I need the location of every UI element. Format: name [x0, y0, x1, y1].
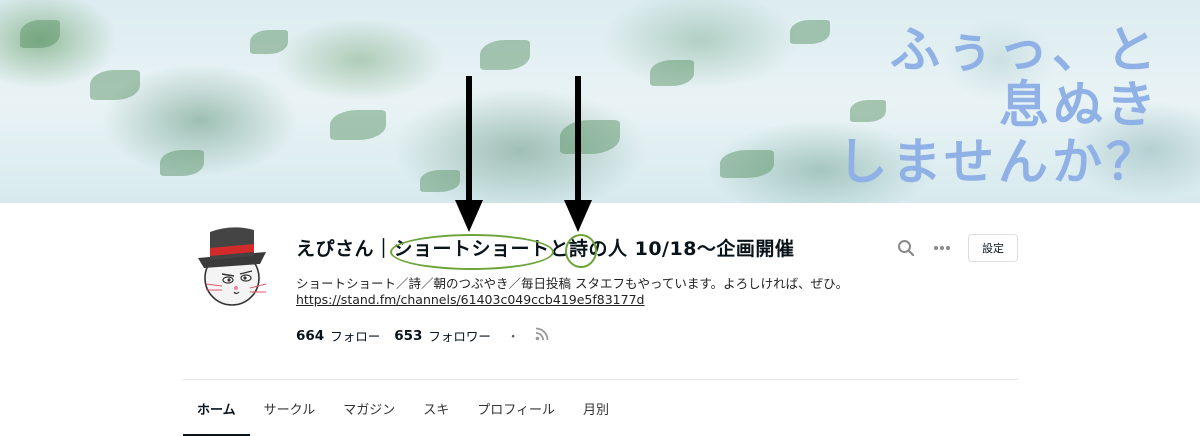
banner-leaf [480, 40, 530, 70]
avatar[interactable] [188, 218, 276, 306]
tab-likes[interactable]: スキ [409, 380, 463, 436]
stats-separator: ・ [506, 329, 520, 344]
banner-leaf [790, 20, 830, 44]
annotation-arrow-poem [564, 76, 592, 232]
profile-description: ショートショート／詩／朝のつぶやき／毎日投稿 スタエフもやっています。よろしけれ… [296, 276, 849, 291]
annotation-arrow-short-story [455, 76, 483, 232]
tab-profile[interactable]: プロフィール [463, 380, 569, 436]
banner-leaf [420, 170, 460, 192]
avatar-illustration [198, 227, 267, 306]
banner-leaf [90, 70, 140, 100]
banner-leaf [650, 60, 694, 86]
follower-label[interactable]: フォロワー [428, 326, 491, 345]
tab-magazine[interactable]: マガジン [329, 380, 409, 436]
annotation-ellipse-poem [565, 234, 597, 268]
profile-link[interactable]: https://stand.fm/channels/61403c049ccb41… [296, 292, 644, 307]
banner-leaf [160, 150, 204, 176]
tab-monthly[interactable]: 月別 [569, 380, 623, 436]
banner-leaf [720, 150, 774, 178]
banner-leaf [250, 30, 288, 54]
tab-circle[interactable]: サークル [250, 380, 330, 436]
profile-stats: 664 フォロー 653 フォロワー ・ [296, 326, 549, 345]
banner-leaf [850, 100, 886, 122]
more-icon[interactable] [930, 236, 954, 260]
follow-count[interactable]: 664 [296, 328, 324, 344]
tab-home[interactable]: ホーム [183, 380, 250, 436]
rss-icon[interactable] [535, 327, 549, 344]
header-banner: ふぅっ、と 息ぬき しませんか？ [0, 0, 1200, 203]
follow-label[interactable]: フォロー [330, 326, 380, 345]
profile-tabs: ホーム サークル マガジン スキ プロフィール 月別 [183, 380, 623, 436]
banner-text-line3: しませんか？ [837, 133, 1160, 191]
banner-leaf [20, 20, 60, 48]
settings-button[interactable]: 設定 [968, 234, 1018, 262]
search-icon[interactable] [894, 236, 918, 260]
banner-leaf [330, 110, 386, 140]
follower-count[interactable]: 653 [394, 328, 422, 344]
annotation-ellipse-short-story [390, 234, 554, 270]
